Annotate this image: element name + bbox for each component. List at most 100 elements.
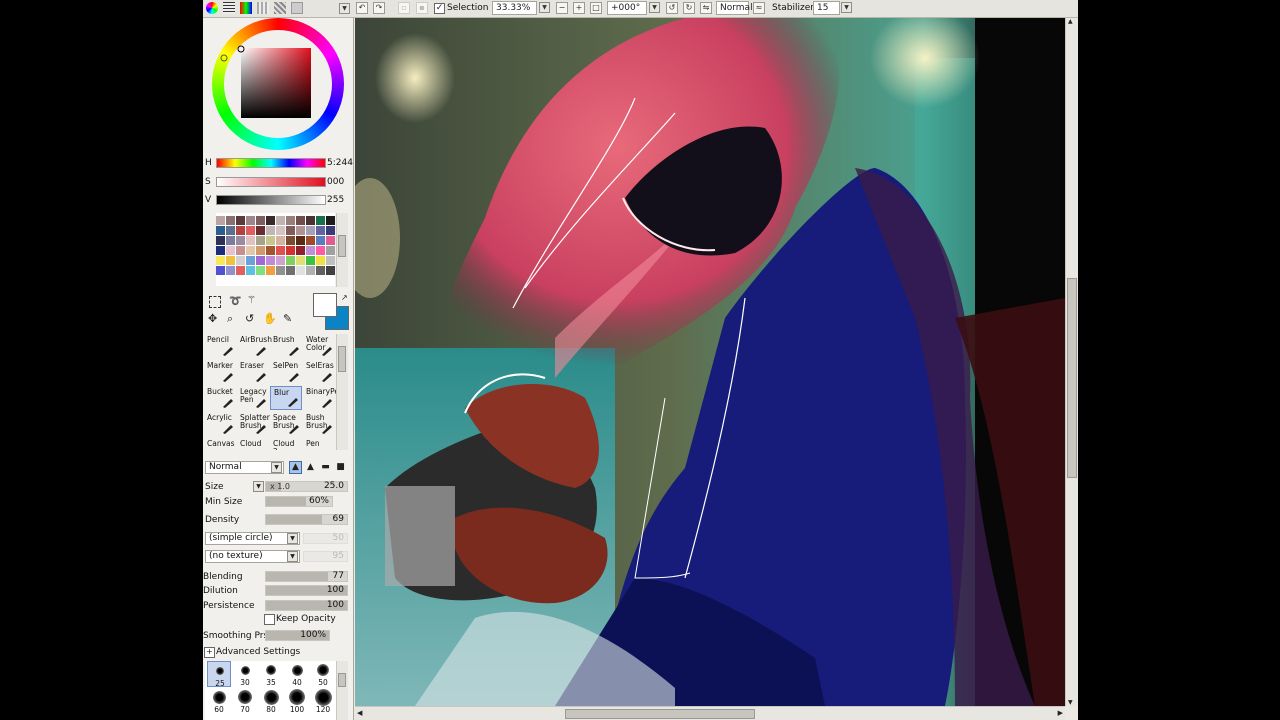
min-size-slider[interactable]: 60% xyxy=(265,496,333,507)
texture-select[interactable]: (no texture) xyxy=(205,550,300,563)
tool-bucket[interactable]: Bucket xyxy=(204,386,236,410)
swatch[interactable] xyxy=(286,226,295,235)
density-slider[interactable]: 69 xyxy=(265,514,348,525)
rotate-right-icon[interactable]: ↻ xyxy=(683,2,695,14)
brush-size-preset[interactable]: 120 xyxy=(311,688,335,714)
brush-shape-soft-icon[interactable]: ▬ xyxy=(319,461,332,474)
selection-checkbox[interactable]: ✓ xyxy=(434,3,445,14)
swatch[interactable] xyxy=(256,226,265,235)
scroll-left-icon[interactable]: ◀ xyxy=(357,709,362,717)
swatch[interactable] xyxy=(236,256,245,265)
zoom-reset-icon[interactable]: □ xyxy=(590,2,602,14)
blending-slider[interactable]: 77 xyxy=(265,571,348,582)
drawing-canvas[interactable] xyxy=(355,18,1065,706)
tool-water-color[interactable]: Water Color xyxy=(303,334,335,358)
swatch[interactable] xyxy=(296,226,305,235)
move-icon[interactable]: ✥ xyxy=(208,312,217,325)
tool-scrollbar[interactable] xyxy=(336,334,348,450)
swatch[interactable] xyxy=(256,236,265,245)
tool-blur[interactable]: Blur xyxy=(270,386,302,410)
tool-binarype[interactable]: BinaryPe xyxy=(303,386,336,410)
swatch[interactable] xyxy=(296,216,305,225)
tool-pen[interactable]: Pen xyxy=(303,438,335,450)
zoom-out-icon[interactable]: − xyxy=(556,2,568,14)
tool-acrylic[interactable]: Acrylic xyxy=(204,412,236,436)
texture-arrow-icon[interactable]: ▼ xyxy=(287,551,298,562)
rect-select-icon[interactable] xyxy=(209,296,221,308)
swatch[interactable] xyxy=(306,236,315,245)
swatch[interactable] xyxy=(286,236,295,245)
brush-size-preset[interactable]: 100 xyxy=(285,688,309,714)
redo-icon[interactable]: ↷ xyxy=(373,2,385,14)
swatch[interactable] xyxy=(286,256,295,265)
swap-colors-icon[interactable]: ↗ xyxy=(341,293,348,302)
scroll-up-icon[interactable]: ▲ xyxy=(1068,18,1073,25)
brush-size-preset[interactable]: 70 xyxy=(233,688,257,714)
brush-shape-flat-icon[interactable]: ■ xyxy=(334,461,347,474)
swatch[interactable] xyxy=(296,256,305,265)
panel-menu-arrow-icon[interactable]: ▼ xyxy=(339,3,350,14)
value-slider[interactable] xyxy=(216,195,326,205)
swatch[interactable] xyxy=(236,236,245,245)
swatch-grid[interactable] xyxy=(216,213,335,286)
horizontal-scroll-thumb[interactable] xyxy=(565,709,755,719)
preset-scrollbar[interactable] xyxy=(336,661,348,720)
brush-size-preset[interactable]: 50 xyxy=(311,661,335,687)
smoothing-slider[interactable]: 100% xyxy=(265,630,330,641)
brush-size-preset[interactable]: 35 xyxy=(259,661,283,687)
zoom-icon[interactable]: ⌕ xyxy=(227,312,233,326)
swatch[interactable] xyxy=(246,216,255,225)
advanced-settings-expand-icon[interactable]: + xyxy=(204,647,215,658)
swatch[interactable] xyxy=(296,266,305,275)
swatch[interactable] xyxy=(226,226,235,235)
swatch[interactable] xyxy=(286,246,295,255)
swatch[interactable] xyxy=(236,216,245,225)
brush-size-preset[interactable]: 25 xyxy=(207,661,231,688)
swatch[interactable] xyxy=(236,246,245,255)
brush-size-preset[interactable]: 60 xyxy=(207,688,231,714)
tool-bush-brush[interactable]: Bush Brush xyxy=(303,412,335,436)
brush-shape-select[interactable]: (simple circle) xyxy=(205,532,300,545)
swatch[interactable] xyxy=(326,246,335,255)
swatch[interactable] xyxy=(216,266,225,275)
hue-slider[interactable] xyxy=(216,158,326,168)
swatch[interactable] xyxy=(226,236,235,245)
brush-shape-arrow-icon[interactable]: ▼ xyxy=(287,533,298,544)
hsv-sliders-tab-icon[interactable] xyxy=(240,2,252,14)
magic-wand-icon[interactable]: ⚚ xyxy=(247,295,256,306)
rotation-dropdown-icon[interactable]: ▼ xyxy=(649,2,660,13)
deselect-icon[interactable]: ▫ xyxy=(398,2,410,14)
swatch[interactable] xyxy=(286,266,295,275)
swatch[interactable] xyxy=(266,216,275,225)
invert-selection-icon[interactable]: ▪ xyxy=(416,2,428,14)
swatch[interactable] xyxy=(306,266,315,275)
tool-marker[interactable]: Marker xyxy=(204,360,236,384)
swatch[interactable] xyxy=(266,266,275,275)
tool-splatter-brush[interactable]: Splatter Brush xyxy=(237,412,270,436)
swatch[interactable] xyxy=(326,216,335,225)
zoom-dropdown-icon[interactable]: ▼ xyxy=(539,2,550,13)
swatch[interactable] xyxy=(286,216,295,225)
stabilizer-field[interactable]: 15 xyxy=(813,1,840,15)
tool-seleras[interactable]: SelEras xyxy=(303,360,335,384)
swatch[interactable] xyxy=(236,226,245,235)
rotate-left-icon[interactable]: ↺ xyxy=(666,2,678,14)
swatch[interactable] xyxy=(216,236,225,245)
tool-selpen[interactable]: SelPen xyxy=(270,360,302,384)
flip-view-icon[interactable]: ⇋ xyxy=(700,2,712,14)
brush-size-preset[interactable]: 30 xyxy=(233,661,257,687)
tool-canvas[interactable]: Canvas xyxy=(204,438,236,450)
swatch[interactable] xyxy=(306,256,315,265)
primary-color-box[interactable] xyxy=(313,293,337,317)
swatch[interactable] xyxy=(216,226,225,235)
persistence-slider[interactable]: 100 xyxy=(265,600,348,611)
stabilizer-dropdown-icon[interactable]: ▼ xyxy=(841,2,852,13)
rotation-field[interactable]: +000° xyxy=(607,1,647,15)
swatch[interactable] xyxy=(246,266,255,275)
swatches-tab-icon[interactable] xyxy=(274,2,286,14)
canvas-vertical-scrollbar[interactable]: ▲ ▼ xyxy=(1065,18,1078,706)
swatch[interactable] xyxy=(326,226,335,235)
swatch[interactable] xyxy=(276,246,285,255)
swatch[interactable] xyxy=(316,266,325,275)
canvas-blend-mode[interactable]: Normal xyxy=(716,1,753,15)
